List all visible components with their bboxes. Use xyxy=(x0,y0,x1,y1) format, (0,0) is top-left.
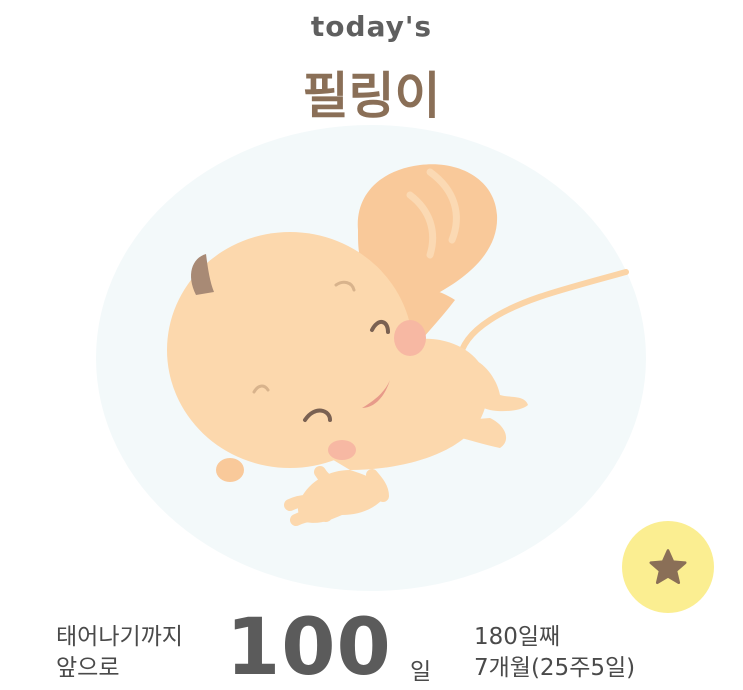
subtitle: today's xyxy=(310,10,433,43)
baby-cheek-lower xyxy=(328,440,356,460)
days-unit: 일 xyxy=(410,659,432,685)
days-remaining: 100 xyxy=(226,603,392,690)
month-week: 7개월(25주5일) xyxy=(474,655,636,681)
baby-ear xyxy=(216,458,244,482)
star-icon xyxy=(649,549,687,585)
countdown-label: 태어나기까지 앞으로 xyxy=(56,622,183,684)
countdown-line-1: 태어나기까지 xyxy=(56,624,183,650)
countdown-line-2: 앞으로 xyxy=(56,655,120,681)
pregnancy-progress: 180일째 7개월(25주5일) xyxy=(474,622,635,684)
baby-cheek xyxy=(394,320,426,356)
day-count: 180일째 xyxy=(474,624,561,650)
page-title: 필링이 xyxy=(302,67,441,125)
favorite-button[interactable] xyxy=(622,521,714,613)
